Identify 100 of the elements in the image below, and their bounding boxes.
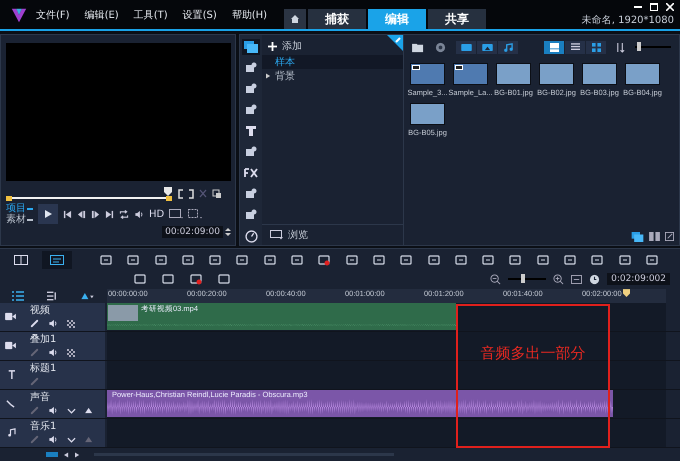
photo-placeholder[interactable]: [496, 63, 531, 85]
track-name: 标题1: [30, 363, 56, 375]
browse-button[interactable]: 浏览: [262, 224, 403, 245]
triangle-dropdown-icon[interactable]: [80, 292, 94, 300]
plus-icon: [268, 42, 277, 50]
volume-icon[interactable]: [48, 406, 58, 415]
video-badge-icon: [412, 65, 420, 70]
volume-icon[interactable]: [48, 348, 58, 357]
trim-marker[interactable]: [6, 196, 12, 201]
media-icon[interactable]: [242, 39, 260, 55]
menu-item[interactable]: 工具(T): [134, 8, 168, 22]
track-name: 声音: [30, 392, 51, 404]
home-icon: [290, 14, 300, 24]
photo-placeholder: [108, 305, 138, 321]
thumbnail-view-icon[interactable]: [544, 40, 564, 54]
track-header[interactable]: 声音: [0, 390, 105, 418]
monitor-icon: [270, 230, 284, 240]
maximize-icon[interactable]: [650, 2, 658, 10]
step-forward-icon[interactable]: [91, 210, 100, 218]
track-name: 视频: [30, 305, 51, 317]
annotation-text: 音频多出一部分: [480, 344, 586, 362]
photo-placeholder[interactable]: [453, 63, 488, 85]
track-manager-icon[interactable]: [12, 291, 24, 301]
video-filter-icon[interactable]: [456, 40, 476, 54]
expand-arrow-icon[interactable]: [266, 73, 271, 79]
track-header[interactable]: 标题1: [0, 361, 105, 389]
track-header[interactable]: 视频: [0, 303, 105, 331]
chevron-down-icon[interactable]: [67, 408, 76, 414]
home-tab[interactable]: [284, 9, 306, 29]
playhead-icon[interactable]: [623, 289, 630, 298]
track-lane[interactable]: [107, 332, 666, 360]
pin-icon[interactable]: [387, 35, 403, 51]
play-icon: [43, 209, 53, 219]
mark-in-icon[interactable]: [178, 189, 184, 199]
photo-filter-icon[interactable]: [477, 40, 497, 54]
camera-icon: [5, 341, 16, 350]
track-name: 叠加1: [30, 334, 58, 346]
repeat-icon[interactable]: [119, 210, 129, 218]
chevron-down-icon[interactable]: [67, 436, 76, 442]
media-icon[interactable]: [631, 232, 644, 242]
playhead-icon[interactable]: [164, 187, 172, 197]
add-button[interactable]: 添加: [262, 35, 308, 57]
logo-icon: [10, 6, 28, 24]
photo-placeholder[interactable]: [625, 63, 660, 85]
clock-icon[interactable]: [589, 274, 600, 284]
menu-item[interactable]: 帮助(H): [232, 8, 268, 22]
menu-item[interactable]: 设置(S): [182, 8, 217, 22]
trim-marker[interactable]: [166, 196, 172, 201]
crop-icon[interactable]: [188, 209, 202, 219]
track-header[interactable]: 叠加1: [0, 332, 105, 360]
photo-placeholder[interactable]: [539, 63, 574, 85]
skip-end-icon[interactable]: [105, 210, 114, 218]
folder-item[interactable]: 背景: [262, 69, 403, 83]
zoom-out-icon[interactable]: [490, 274, 502, 284]
disc-icon[interactable]: [435, 42, 446, 52]
list-view-icon[interactable]: [565, 40, 585, 54]
menu-item[interactable]: 文件(F): [36, 8, 70, 22]
menu-item[interactable]: 编辑(E): [84, 8, 119, 22]
volume-icon[interactable]: [134, 210, 144, 218]
track-lane[interactable]: [107, 361, 666, 389]
checker-icon[interactable]: [67, 348, 75, 356]
zoom-in-icon[interactable]: [553, 274, 564, 284]
skip-start-icon[interactable]: [63, 210, 72, 218]
scroll-left-icon[interactable]: [64, 452, 69, 458]
project-info: 未命名, 1920*1080: [582, 14, 674, 26]
track-lane[interactable]: [107, 419, 666, 447]
timeline-view-icon[interactable]: [42, 251, 72, 269]
track-header[interactable]: 音乐1: [0, 419, 105, 447]
mode-tab[interactable]: 捕获: [308, 9, 366, 29]
folder-item[interactable]: 样本: [262, 55, 403, 69]
video-badge-icon: [455, 65, 463, 70]
spinner-icon[interactable]: [225, 227, 231, 237]
grid-view-icon[interactable]: [586, 40, 606, 54]
photo-placeholder[interactable]: [582, 63, 617, 85]
photo-placeholder[interactable]: [410, 63, 445, 85]
timecode-field[interactable]: 00:02:09:00: [162, 226, 223, 238]
volume-icon[interactable]: [48, 435, 58, 444]
chapter-icon[interactable]: [46, 291, 58, 301]
folder-icon[interactable]: [412, 42, 425, 52]
mark-out-icon[interactable]: [188, 189, 194, 199]
split-view-icon[interactable]: [649, 232, 660, 241]
mode-tab[interactable]: 共享: [428, 9, 486, 29]
aspect-icon[interactable]: [169, 209, 184, 219]
timecode-field[interactable]: 0:02:09:002: [607, 273, 670, 285]
close-icon[interactable]: [666, 2, 674, 10]
edit-icon[interactable]: [665, 232, 674, 241]
volume-icon[interactable]: [48, 319, 58, 328]
photo-placeholder[interactable]: [410, 103, 445, 125]
mode-toggle[interactable]: 项目: [6, 203, 33, 214]
hd-toggle[interactable]: HD: [149, 208, 164, 220]
play-button[interactable]: [38, 204, 58, 224]
music-filter-icon[interactable]: [498, 40, 518, 54]
triangle-up-icon[interactable]: [85, 407, 94, 414]
mode-toggle[interactable]: 素材: [6, 214, 33, 225]
scroll-right-icon[interactable]: [75, 452, 80, 458]
sort-icon[interactable]: [616, 42, 625, 52]
step-back-icon[interactable]: [77, 210, 86, 218]
track-name: 音乐1: [30, 421, 58, 433]
camera-icon: [5, 312, 16, 321]
checker-icon[interactable]: [67, 320, 75, 328]
